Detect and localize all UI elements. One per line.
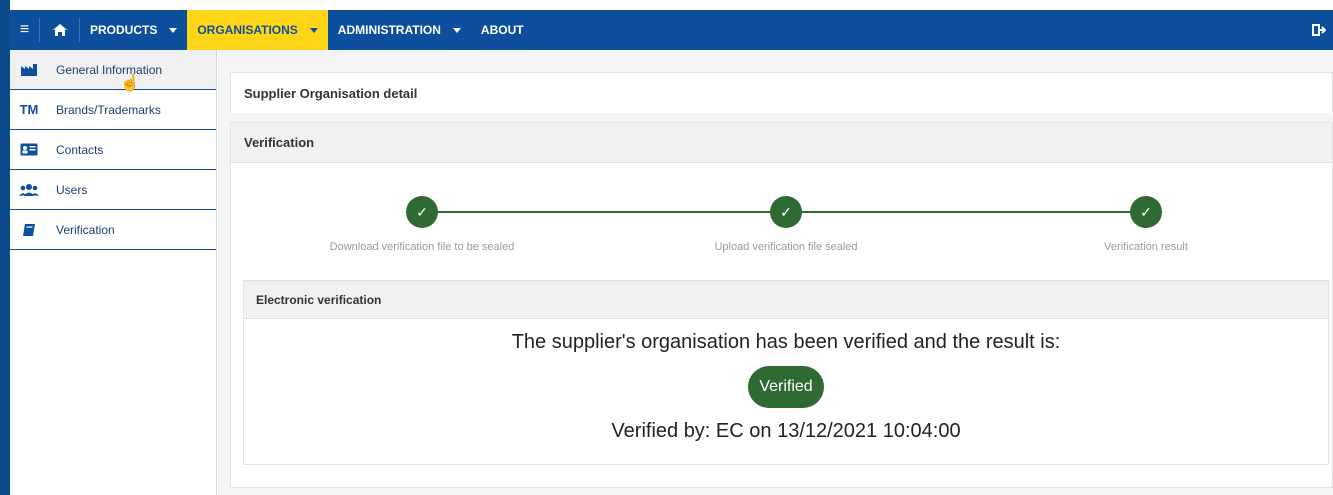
book-icon <box>10 223 48 237</box>
step-label: Download verification file to be sealed <box>329 241 515 253</box>
electronic-verification-header: Electronic verification <box>244 281 1328 319</box>
nav-organisations-label: ORGANISATIONS <box>197 23 298 37</box>
top-navigation: ≡ PRODUCTS ORGANISATIONS ADMINISTRATION … <box>10 10 1333 50</box>
sidebar-item-label: Verification <box>56 222 115 237</box>
menu-toggle[interactable]: ≡ <box>10 18 40 42</box>
nav-administration-label: ADMINISTRATION <box>337 23 441 37</box>
users-icon <box>10 183 48 197</box>
logout-icon <box>1312 24 1326 36</box>
trademark-icon: TM <box>19 102 39 117</box>
step-label: Verification result <box>1104 241 1188 253</box>
page-title: Supplier Organisation detail <box>231 73 1332 113</box>
step-connector <box>422 211 786 213</box>
hamburger-icon: ≡ <box>19 21 30 38</box>
nav-about-label: ABOUT <box>480 23 524 37</box>
step-complete-check-icon: ✓ <box>406 196 438 228</box>
chevron-down-icon <box>309 27 318 33</box>
contact-card-icon <box>10 143 48 156</box>
sidebar: General Information TM Brands/Trademarks… <box>10 50 217 495</box>
chevron-down-icon <box>452 27 461 33</box>
nav-administration[interactable]: ADMINISTRATION <box>328 10 471 50</box>
status-badge: Verified <box>748 366 824 408</box>
sidebar-item-label: Brands/Trademarks <box>56 102 161 117</box>
step-label: Upload verification file sealed <box>714 241 858 253</box>
step-connector <box>802 211 1146 213</box>
step-complete-check-icon: ✓ <box>770 196 802 228</box>
home-button[interactable] <box>40 18 80 42</box>
factory-icon <box>10 63 48 77</box>
sidebar-item-label: Contacts <box>56 142 104 157</box>
left-edge-bar <box>0 0 10 495</box>
sidebar-item-brands-trademarks[interactable]: TM Brands/Trademarks <box>10 90 216 130</box>
chevron-down-icon <box>169 27 178 33</box>
verification-stepper: ✓ ✓ ✓ Download verification file to be s… <box>231 193 1333 263</box>
sidebar-item-general-information[interactable]: General Information <box>10 50 216 90</box>
nav-about[interactable]: ABOUT <box>471 10 534 50</box>
sidebar-item-contacts[interactable]: Contacts <box>10 130 216 170</box>
nav-products-label: PRODUCTS <box>90 23 158 37</box>
electronic-verification-card: Electronic verification The supplier's o… <box>243 280 1329 465</box>
verification-header: Verification <box>231 123 1332 163</box>
verification-card: Verification ✓ ✓ ✓ Download verification… <box>230 122 1333 488</box>
hand-cursor-icon: ☝ <box>120 75 140 92</box>
verified-by-text: Verified by: EC on 13/12/2021 10:04:00 <box>611 420 961 442</box>
sidebar-item-users[interactable]: Users <box>10 170 216 210</box>
verification-result-text: The supplier's organisation has been ver… <box>511 331 1061 353</box>
sidebar-item-label: General Information <box>56 62 163 77</box>
app-window: ≡ PRODUCTS ORGANISATIONS ADMINISTRATION … <box>0 0 1333 495</box>
main-content: Supplier Organisation detail Verificatio… <box>218 50 1333 495</box>
detail-card: Supplier Organisation detail <box>230 72 1333 113</box>
home-icon <box>52 24 67 36</box>
nav-organisations[interactable]: ORGANISATIONS <box>187 10 328 50</box>
sidebar-item-label: Users <box>56 182 88 197</box>
step-complete-check-icon: ✓ <box>1130 196 1162 228</box>
logout-button[interactable] <box>1305 10 1333 50</box>
nav-products[interactable]: PRODUCTS <box>80 10 187 50</box>
sidebar-item-verification[interactable]: Verification <box>10 210 216 250</box>
